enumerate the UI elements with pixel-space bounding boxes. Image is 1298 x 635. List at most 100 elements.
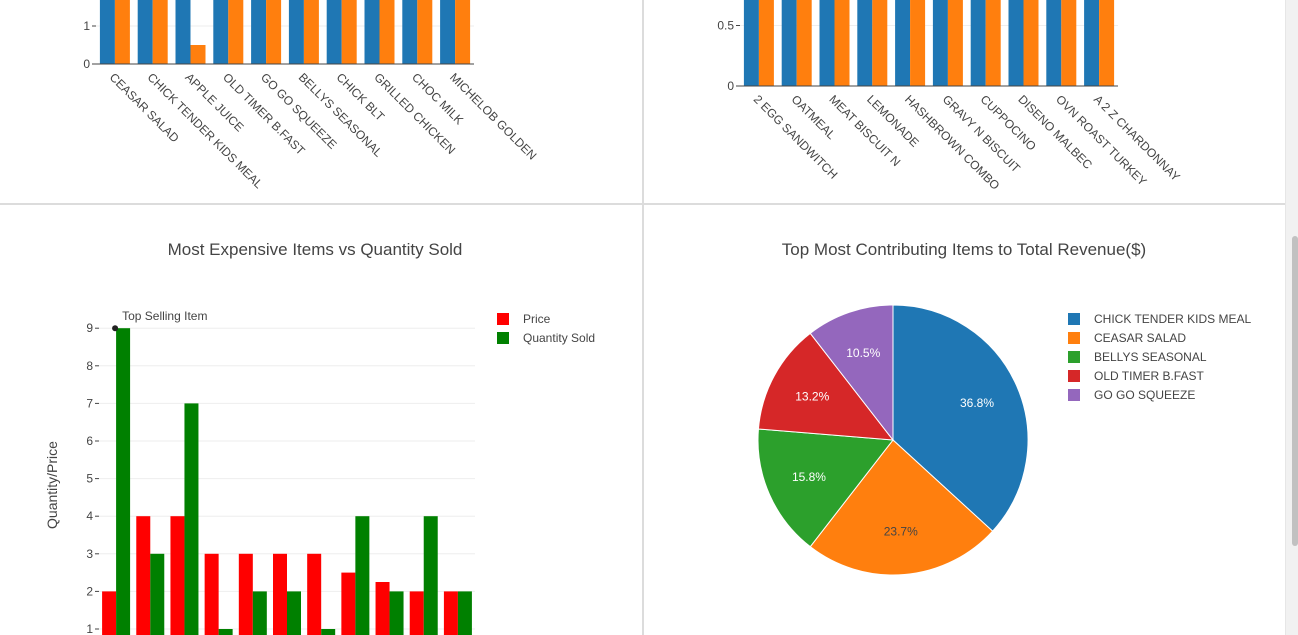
top-left-bar [440,0,456,64]
slice-percent-label: 23.7% [884,524,918,538]
ytick-label: 8 [86,359,93,373]
price-bar [443,591,458,635]
top-left-ytick-label: 0 [83,57,90,71]
top-right-bar [743,0,759,86]
price-bar [409,591,424,635]
chart-panel-bottom-left: Most Expensive Items vs Quantity Sold Qua… [0,205,642,635]
top-right-ytick-label: 0 [727,79,734,93]
price-bar [170,516,185,635]
ytick-label: 9 [86,321,93,335]
ytick-label: 5 [86,472,93,486]
top-left-bar [417,0,433,64]
top-left-bar [190,45,206,64]
price-bar [375,582,390,635]
top-right-bar [872,0,888,86]
top-left-bar [288,0,304,64]
top-left-bar [137,0,153,64]
annotation-label: Top Selling Item [122,309,207,323]
top-left-bar [213,0,229,64]
top-left-bar [251,0,267,64]
top-right-bar [781,0,797,86]
legend-label: CHICK TENDER KIDS MEAL [1094,312,1251,326]
quantity-bar [218,629,233,635]
legend-swatch [1068,370,1080,382]
price-bar [102,591,117,635]
quantity-bar [287,591,301,635]
top-left-xtick-label: CEASAR SALAD [107,70,182,145]
top-right-bar [1084,0,1100,86]
price-bar [307,553,322,635]
chart-panel-top-right: 0 0.5 2 EGG SANDWITCH OATMEAL MEAT BISCUIT N… [644,0,1285,203]
price-bar [273,553,287,635]
ytick-label: 6 [86,434,93,448]
chart-panel-bottom-right: Top Most Contributing Items to Total Rev… [644,205,1285,635]
slice-percent-label: 13.2% [795,389,829,403]
legend-label: BELLYS SEASONAL [1094,350,1207,364]
top-right-bar [985,0,1001,86]
slice-percent-label: 15.8% [792,470,826,484]
top-left-bar [152,0,168,64]
annotation-marker [112,325,119,332]
legend-swatch [1068,332,1080,344]
legend-swatch [1068,389,1080,401]
top-left-bar [364,0,380,64]
chart-title: Most Expensive Items vs Quantity Sold [168,240,463,259]
top-left-bar [175,0,191,64]
top-left-bar [402,0,418,64]
top-right-bar [857,0,873,86]
top-left-bar [228,0,244,64]
quantity-bar [321,629,336,635]
ytick-label: 4 [86,509,93,523]
quantity-bar [116,328,131,635]
ytick-label: 2 [86,584,93,598]
y-axis-label: Quantity/Price [44,441,60,529]
price-bar [136,516,151,635]
price-bar [204,553,219,635]
top-left-bar [379,0,395,64]
top-right-bar [1008,0,1024,86]
top-left-bar [99,0,115,64]
ytick-label: 1 [86,622,93,635]
top-right-bar [758,0,774,86]
revenue-pie-chart: Top Most Contributing Items to Total Rev… [757,240,1251,576]
legend-label: CEASAR SALAD [1094,331,1186,345]
top-left-bar [303,0,319,64]
top-left-bar [455,0,471,64]
top-left-bar [341,0,357,64]
quantity-bar [423,516,438,635]
top-right-ytick-label: 0.5 [717,19,734,33]
legend-swatch [1068,313,1080,325]
top-right-bar [970,0,986,86]
price-bar [238,553,253,635]
page-scrollbar-thumb[interactable] [1292,236,1298,546]
top-right-bar [932,0,948,86]
top-right-bar [910,0,926,86]
quantity-bar [457,591,472,635]
top-left-ytick-label: 1 [83,19,90,33]
top-right-bar [1023,0,1039,86]
quantity-bar [184,403,199,635]
legend-label: OLD TIMER B.FAST [1094,369,1204,383]
quantity-bar [150,553,165,635]
quantity-bar [252,591,267,635]
top-left-bar [266,0,282,64]
top-left-bar [114,0,130,64]
top-right-bar [796,0,812,86]
top-right-bar [834,0,850,86]
bar-chart-top-left: 01CEASAR SALADCHICK TENDER KIDS MEALAPPL… [83,0,539,191]
legend-swatch [497,313,509,325]
top-right-bar [1099,0,1115,86]
top-left-bar [326,0,342,64]
ytick-label: 3 [86,547,93,561]
slice-percent-label: 36.8% [960,396,994,410]
top-right-bar [895,0,911,86]
top-right-bar [1061,0,1077,86]
top-right-bar [819,0,835,86]
expensive-vs-quantity-chart: Most Expensive Items vs Quantity Sold Qua… [44,240,595,635]
bar-chart-top-right: 00.52 EGG SANDWITCHOATMEALMEAT BISCUIT N… [717,0,1183,193]
quantity-bar [389,591,404,635]
top-right-bar [1046,0,1062,86]
quantity-bar [355,516,370,635]
chart-panel-top-left: 0 1 CEASAR SALAD CHICK TENDER KIDS MEAL APPL… [0,0,642,203]
price-bar [341,572,356,635]
